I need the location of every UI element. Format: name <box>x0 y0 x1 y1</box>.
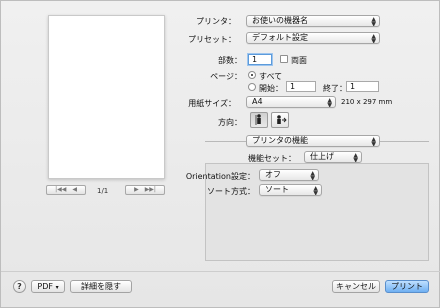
sort-method-popup[interactable]: ソート ▲ ▼ <box>259 184 322 196</box>
section-value: プリンタの機能 <box>252 136 308 145</box>
pages-from-field[interactable]: 1 <box>286 81 316 92</box>
copies-value: 1 <box>252 55 258 64</box>
print-button[interactable]: プリント <box>385 280 429 293</box>
help-button[interactable]: ? <box>13 280 26 293</box>
updown-arrows-icon: ▲ ▼ <box>371 16 376 27</box>
paper-size-value: A4 <box>252 97 263 106</box>
pager-forward-buttons[interactable]: ▶ ▶▶| <box>125 185 165 195</box>
preset-popup[interactable]: デフォルト設定 ▲ ▼ <box>246 32 380 44</box>
pdf-menu-button[interactable]: PDF ▾ <box>31 280 65 293</box>
paper-size-popup[interactable]: A4 ▲ ▼ <box>246 96 336 108</box>
printer-value: お使いの機器名 <box>252 16 308 25</box>
chevron-down-icon: ▾ <box>55 284 59 291</box>
pages-to-field[interactable]: 1 <box>346 81 379 92</box>
page-preview <box>48 15 165 179</box>
orientation-setting-label: Orientation設定： <box>185 172 255 181</box>
portrait-person-icon <box>255 114 261 125</box>
copies-label: 部数： <box>218 56 242 65</box>
pages-all-label: すべて <box>259 72 283 81</box>
duplex-label: 両面 <box>291 56 307 65</box>
landscape-orientation-button[interactable] <box>271 112 289 128</box>
paper-size-label: 用紙サイズ： <box>188 99 236 108</box>
pages-to-value: 1 <box>350 82 356 91</box>
updown-arrows-icon: ▲ ▼ <box>313 185 318 196</box>
portrait-orientation-button[interactable] <box>250 112 268 128</box>
orientation-setting-popup[interactable]: オフ ▲ ▼ <box>259 169 319 181</box>
section-popup[interactable]: プリンタの機能 ▲ ▼ <box>246 135 380 147</box>
pages-label: ページ： <box>210 72 242 81</box>
page-indicator: 1/1 <box>97 187 109 195</box>
sort-method-value: ソート <box>265 185 289 194</box>
feature-set-popup[interactable]: 仕上げ ▲ ▼ <box>304 151 362 163</box>
last-page-icon[interactable]: ▶▶| <box>145 187 156 193</box>
previous-page-icon[interactable]: ◀ <box>72 187 77 193</box>
landscape-person-icon <box>277 115 287 124</box>
updown-arrows-icon: ▲ ▼ <box>327 97 332 108</box>
printer-popup[interactable]: お使いの機器名 ▲ ▼ <box>246 15 380 27</box>
pdf-label: PDF <box>37 282 54 291</box>
updown-arrows-icon: ▲ ▼ <box>310 170 315 181</box>
copies-field[interactable]: 1 <box>248 54 272 65</box>
pages-from-label: 開始： <box>259 84 283 93</box>
duplex-checkbox[interactable] <box>280 55 288 63</box>
updown-arrows-icon: ▲ ▼ <box>371 33 376 44</box>
feature-set-value: 仕上げ <box>310 152 334 161</box>
print-dialog: |◀◀ ◀ 1/1 ▶ ▶▶| プリンタ： お使いの機器名 ▲ ▼ プリセット： … <box>0 0 440 308</box>
hide-details-button[interactable]: 詳細を隠す <box>70 280 132 293</box>
updown-arrows-icon: ▲ ▼ <box>353 152 358 163</box>
pages-to-label: 終了： <box>323 84 347 93</box>
paper-dimensions: 210 x 297 mm <box>341 98 393 106</box>
cancel-button[interactable]: キャンセル <box>332 280 380 293</box>
preset-value: デフォルト設定 <box>252 33 308 42</box>
pages-all-radio[interactable] <box>248 71 256 79</box>
footer-separator <box>1 271 440 272</box>
orientation-setting-value: オフ <box>265 170 281 179</box>
pager-back-buttons[interactable]: |◀◀ ◀ <box>46 185 86 195</box>
sort-method-label: ソート方式： <box>207 187 255 196</box>
first-page-icon[interactable]: |◀◀ <box>55 187 66 193</box>
orientation-label: 方向： <box>218 118 242 127</box>
pages-from-value: 1 <box>290 82 296 91</box>
pages-range-radio[interactable] <box>248 83 256 91</box>
printer-label: プリンタ： <box>196 17 236 26</box>
preset-label: プリセット： <box>188 35 236 44</box>
updown-arrows-icon: ▲ ▼ <box>371 136 376 147</box>
next-page-icon[interactable]: ▶ <box>134 187 139 193</box>
